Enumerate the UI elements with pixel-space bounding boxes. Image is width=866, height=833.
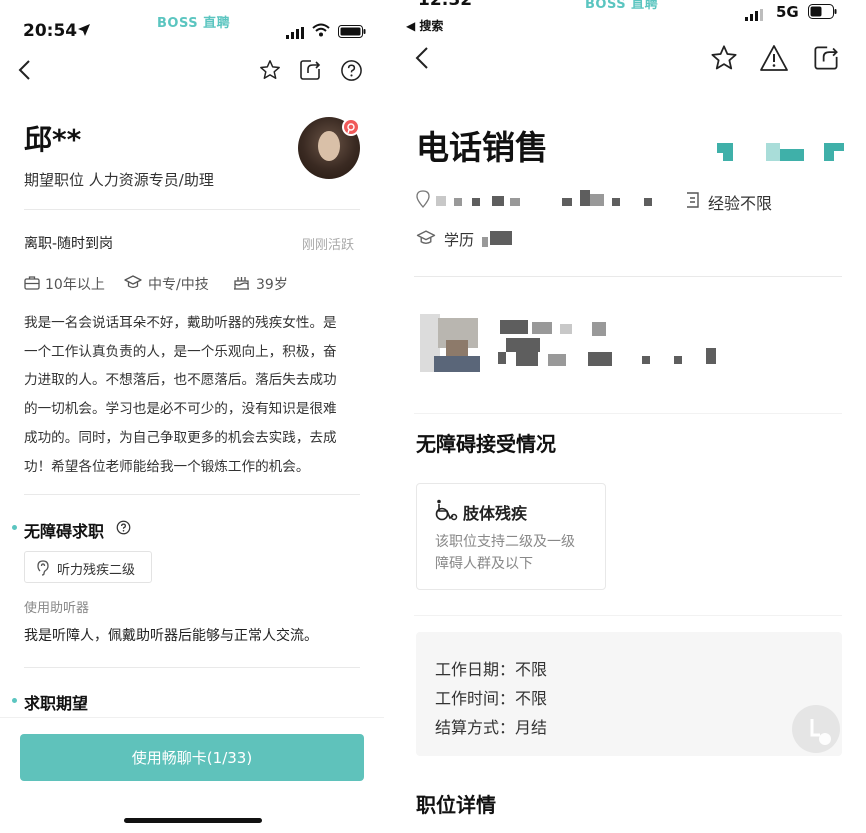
home-indicator xyxy=(124,818,262,823)
signal-icon xyxy=(745,6,765,25)
cake-icon xyxy=(233,273,250,294)
chat-card-button[interactable]: 使用畅聊卡(1/33) xyxy=(20,734,364,781)
divider xyxy=(24,667,360,668)
job-expectation-title: 求职期望 xyxy=(24,694,89,713)
disability-support-card: 肢体残疾 该职位支持二级及一级 障碍人群及以下 xyxy=(416,483,606,590)
divider xyxy=(414,615,842,616)
brand-watermark: BOSS 直聘 xyxy=(585,0,659,12)
disability-tag: 听力残疾二级 xyxy=(24,551,152,583)
work-info-box: 工作日期：不限 工作时间：不限 结算方式：月结 xyxy=(416,632,842,756)
salary-redacted xyxy=(714,143,844,161)
star-icon[interactable] xyxy=(259,59,281,85)
disability-support-desc: 该职位支持二级及一级 障碍人群及以下 xyxy=(435,531,575,575)
experience-doc-icon xyxy=(686,191,700,213)
recruiter-avatar-redacted[interactable] xyxy=(420,314,482,372)
battery-icon xyxy=(338,23,366,42)
job-details-title: 职位详情 xyxy=(416,793,496,817)
back-icon[interactable] xyxy=(414,46,430,74)
divider xyxy=(24,494,360,495)
settlement-row: 结算方式：月结 xyxy=(435,714,547,738)
desired-position: 期望职位 人力资源专员/助理 xyxy=(24,171,214,189)
intro-line: 成功的。同时，为自己争取更多的机会去实践，去成 xyxy=(24,429,337,446)
report-warning-icon[interactable] xyxy=(759,44,789,76)
accessibility-description: 我是听障人，佩戴助听器后能够与正常人交流。 xyxy=(24,628,318,644)
help-icon[interactable] xyxy=(340,59,363,86)
status-time: 20:54 xyxy=(23,21,78,41)
intro-line: 我是一名会说话耳朵不好，戴助听器的残疾女性。是 xyxy=(24,315,337,331)
back-icon[interactable] xyxy=(17,59,33,85)
desc-line: 该职位支持二级及一级 xyxy=(435,534,575,550)
intro-line: 功！希望各位老师能给我一个锻炼工作的机会。 xyxy=(24,458,310,475)
section-dot xyxy=(12,698,17,703)
help-icon[interactable] xyxy=(116,520,131,539)
work-date-label: 工作日期： xyxy=(435,660,516,679)
divider xyxy=(414,276,842,277)
education-redacted xyxy=(482,231,522,247)
signal-icon xyxy=(286,24,306,43)
accessible-job-title: 无障碍求职 xyxy=(24,522,105,541)
ear-icon xyxy=(37,560,49,580)
disability-tag-label: 听力残疾二级 xyxy=(57,563,136,578)
right-phone-screen: 12:32 BOSS 直聘 ◀ 搜索 5G 电话销售 经验不限 学历 无障碍接受… xyxy=(392,0,866,833)
self-introduction: 我是一名会说话耳朵不好，戴助听器的残疾女性。是 一个工作认真负责的人，是一个乐观… xyxy=(24,309,364,481)
experience-years: 10年以上 xyxy=(45,277,105,293)
job-title: 电话销售 xyxy=(416,128,548,167)
desc-line: 障碍人群及以下 xyxy=(435,556,533,572)
work-time-row: 工作时间：不限 xyxy=(435,685,547,709)
verified-badge-icon xyxy=(342,118,360,136)
work-date-value: 不限 xyxy=(515,660,548,679)
status-time: 12:32 xyxy=(418,0,473,10)
graduation-cap-icon xyxy=(124,274,142,294)
recruiter-info-redacted xyxy=(496,316,736,370)
work-time-label: 工作时间： xyxy=(435,689,516,708)
accessibility-acceptance-title: 无障碍接受情况 xyxy=(416,432,556,456)
work-date-row: 工作日期：不限 xyxy=(435,656,547,680)
assistive-device-label: 使用助听器 xyxy=(24,601,90,616)
left-phone-screen: 20:54 BOSS 直聘 邱** 期望职位 人力资源专员/助理 离职-随时到岗… xyxy=(0,0,384,833)
floating-action-button[interactable] xyxy=(792,705,840,753)
wheelchair-icon xyxy=(434,499,458,525)
section-dot xyxy=(12,525,17,530)
wifi-icon xyxy=(312,22,330,41)
work-time-value: 不限 xyxy=(515,689,548,708)
education-level: 中专/中技 xyxy=(148,277,209,293)
settlement-label: 结算方式： xyxy=(435,718,516,737)
settlement-value: 月结 xyxy=(515,718,548,737)
intro-line: 的一切机会。学习也是必不可少的，没有知识是很难 xyxy=(24,401,337,418)
candidate-name: 邱** xyxy=(24,123,82,156)
experience-requirement: 经验不限 xyxy=(708,194,773,213)
age: 39岁 xyxy=(256,277,288,293)
graduation-cap-icon xyxy=(416,229,436,250)
back-to-search[interactable]: ◀ 搜索 xyxy=(406,17,443,34)
intro-line: 一个工作认真负责的人，是一个乐观向上，积极，奋 xyxy=(24,343,337,360)
divider xyxy=(414,413,842,414)
education-requirement-label: 学历 xyxy=(444,231,475,249)
disability-type: 肢体残疾 xyxy=(463,504,528,523)
battery-icon xyxy=(808,4,838,23)
brand-watermark: BOSS 直聘 xyxy=(157,16,231,31)
location-pin-icon xyxy=(416,190,430,212)
location-redacted xyxy=(436,190,662,210)
divider xyxy=(24,209,360,210)
star-icon[interactable] xyxy=(710,44,738,76)
job-status: 离职-随时到岗 xyxy=(24,236,114,252)
location-arrow-icon xyxy=(77,22,91,41)
share-icon[interactable] xyxy=(299,59,321,85)
briefcase-icon xyxy=(24,275,40,294)
intro-line: 力进取的人。不想落后，也不愿落后。落后失去成功 xyxy=(24,372,337,389)
network-type: 5G xyxy=(776,3,799,21)
share-icon[interactable] xyxy=(813,45,839,75)
active-status: 刚刚活跃 xyxy=(302,238,355,253)
